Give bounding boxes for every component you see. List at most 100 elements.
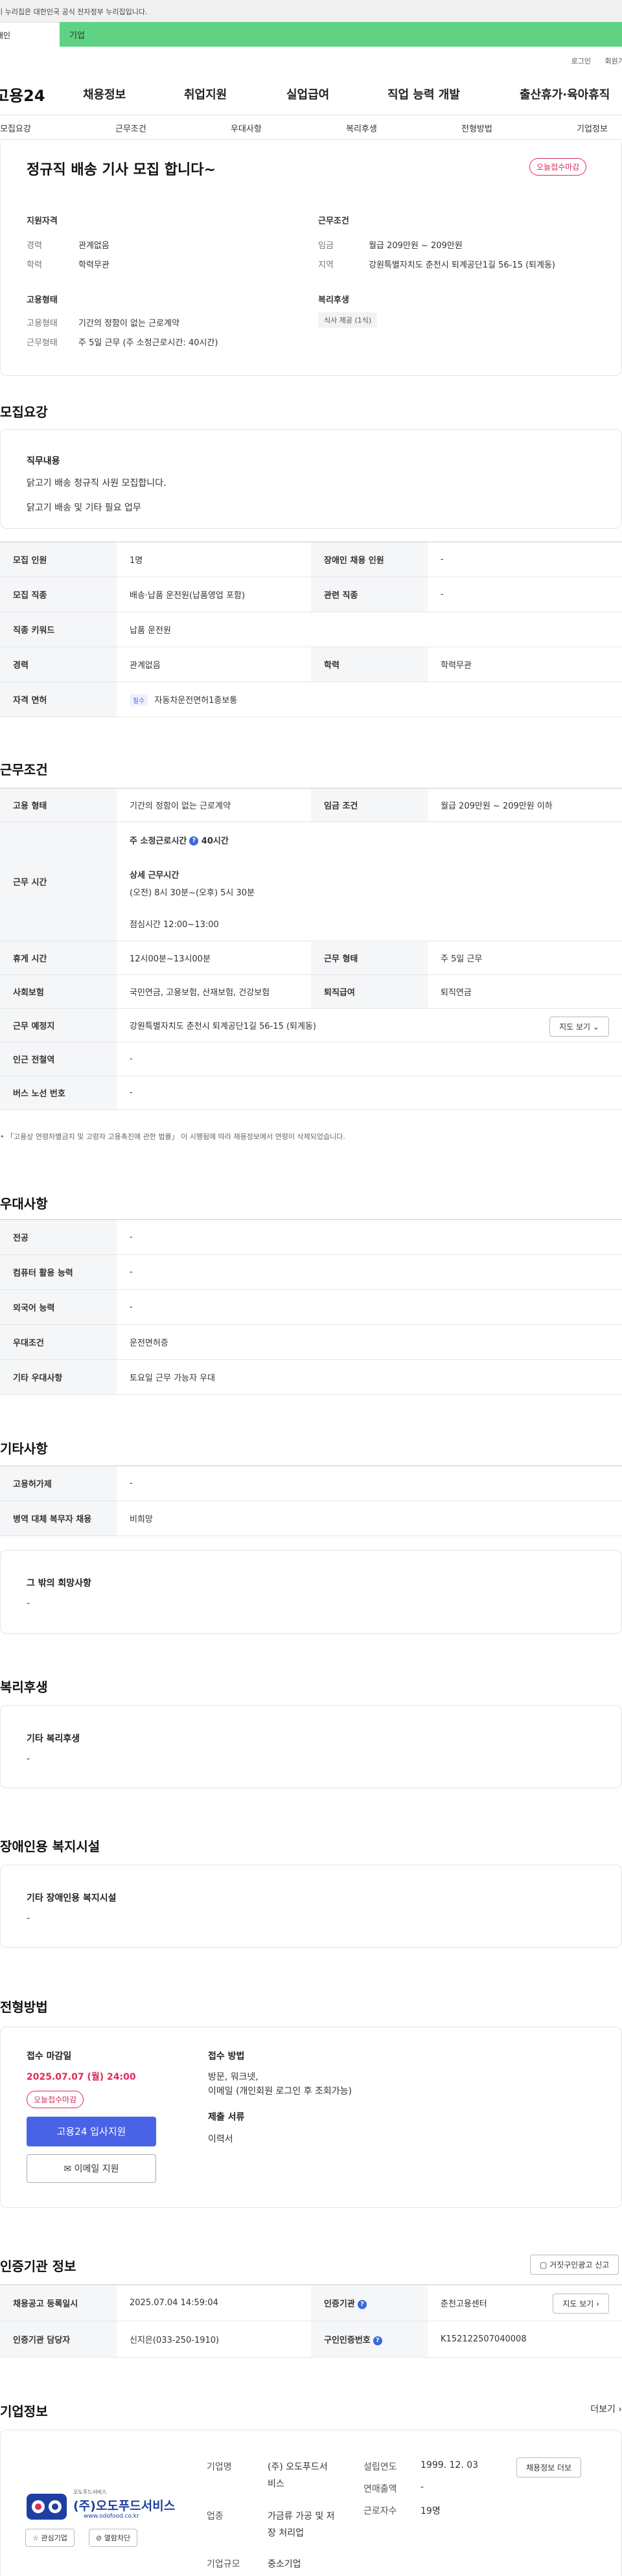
lang-value: - (117, 1289, 622, 1325)
company-name-value-2: 비스 (268, 2479, 284, 2489)
pc-key: 컴퓨터 활용 능력 (0, 1254, 117, 1290)
place-key: 근무 예정지 (0, 1008, 117, 1042)
wish-value: - (27, 1598, 30, 1609)
block-view-button[interactable]: ⊘ 열람차단 (89, 2529, 138, 2547)
pref-key: 우대조건 (0, 1324, 117, 1360)
subnav-company[interactable]: 기업정보 (577, 122, 608, 134)
util-links: 로그인 회원가입 (0, 47, 622, 67)
company-logo: 오도푸드서비스 (주)오도푸드서비스 www.odofood.co.kr (25, 2487, 175, 2526)
etc-section-title: 기타사항 (0, 1441, 48, 1456)
detail-hours: (오전) 8시 30분~(오후) 5시 30분 (130, 888, 255, 898)
company-size-value: 중소기업 (268, 2559, 301, 2570)
info-icon[interactable]: ? (189, 836, 199, 845)
docs-value: 이력서 (208, 2134, 233, 2145)
conditions-section-title: 근무조건 (0, 762, 48, 777)
license-key: 자격 면허 (0, 682, 117, 717)
disability-box-heading: 기타 장애인용 복지시설 (27, 1893, 117, 1903)
keyword-key: 직종 키워드 (0, 612, 117, 647)
rest-value: 12시00분~13시00분 (117, 941, 311, 975)
subnav-conditions[interactable]: 근무조건 (115, 122, 146, 134)
insurance-value: 국민연금, 고용보험, 산재보험, 건강보험 (117, 974, 311, 1009)
lang-key: 외국어 능력 (0, 1289, 117, 1325)
wage-value: 월급 209만원 ~ 209만원 이하 (428, 788, 622, 822)
table-row: 우대조건 운전면허증 (0, 1324, 622, 1360)
info-icon[interactable]: ? (373, 2336, 382, 2345)
gnb-item-leave[interactable]: 출산휴가·육아휴직 (520, 86, 610, 102)
table-row: 고용 형태 기간의 정함이 없는 근로계약 임금 조건 월급 209만원 ~ 2… (0, 788, 622, 822)
reg-value: 2025.07.04 14:59:04 (117, 2284, 311, 2321)
edu-key: 학력 (27, 260, 42, 270)
place-value: 강원특별자치도 춘천시 퇴계공단1길 56-15 (퇴계동) (130, 1022, 316, 1031)
recruit-table: 모집 인원 1명 장애인 채용 인원 - 모집 직종 배송·납품 운전원(납품영… (0, 542, 622, 717)
method-line-2: 이메일 (개인회원 로그인 후 조회가능) (208, 2086, 352, 2097)
count-value: 1명 (117, 542, 311, 577)
table-row: 병역 대체 복무자 채용 비희망 (0, 1501, 622, 1536)
subnav-process[interactable]: 전형방법 (461, 122, 492, 134)
license-value: 자동차운전면허1종보통 (154, 695, 238, 706)
table-row: 버스 노선 번호 - (0, 1075, 622, 1110)
gnb-item-unemployment[interactable]: 실업급여 (286, 86, 329, 102)
apply-button[interactable]: 고용24 입사지원 (27, 2117, 156, 2146)
email-apply-button[interactable]: ✉ 이메일 지원 (27, 2154, 156, 2183)
welfare-box-heading: 기타 복리후생 (27, 1734, 80, 1744)
table-row: 휴게 시간 12시00분~13시00분 근무 형태 주 5일 근무 (0, 941, 622, 975)
rest-key: 휴게 시간 (0, 941, 117, 975)
duty-heading: 직무내용 (27, 456, 60, 466)
chevron-down-icon: ⌄ (592, 1022, 599, 1031)
subnav-preference[interactable]: 우대사항 (231, 122, 262, 134)
employees-value: 19명 (420, 2506, 441, 2516)
cond-heading: 근무조건 (318, 216, 349, 226)
tab-person[interactable]: 개인 (0, 22, 60, 47)
wage-key: 임금 조건 (311, 788, 428, 822)
work-form-key: 근무형태 (27, 338, 58, 348)
method-line-1: 방문, 워크넷, (208, 2072, 259, 2082)
gnb-item-support[interactable]: 취업지원 (184, 86, 227, 102)
agency-map-button[interactable]: 지도 보기 › (553, 2294, 609, 2314)
founded-value: 1999. 12. 03 (420, 2460, 479, 2470)
star-icon: ☆ (32, 2534, 39, 2542)
subnav-recruit[interactable]: 모집요강 (0, 122, 31, 134)
table-row: 전공 - (0, 1219, 622, 1255)
table-row: 고용허가제 - (0, 1466, 622, 1501)
industry-key: 업종 (207, 2511, 224, 2522)
insurance-key: 사회보험 (0, 974, 117, 1009)
gnb-item-training[interactable]: 직업 능력 개발 (387, 86, 460, 102)
process-section-title: 전형방법 (0, 1999, 48, 2015)
logo-url-text: www.odofood.co.kr (84, 2513, 139, 2520)
tab-corp[interactable]: 기업 (60, 22, 622, 47)
bus-value: - (117, 1075, 622, 1110)
founded-key: 설립연도 (363, 2462, 397, 2472)
site-logo[interactable]: 고용24 (0, 83, 45, 106)
industry-value-2: 장 처리업 (268, 2528, 304, 2538)
chevron-right-icon: › (596, 2299, 599, 2308)
agency-section-title: 인증기관 정보 (0, 2259, 76, 2274)
map-button[interactable]: 지도 보기 ⌄ (549, 1017, 609, 1037)
work-form-key: 근무 형태 (311, 941, 428, 975)
manager-key: 인증기관 담당자 (0, 2321, 117, 2358)
favorite-company-button[interactable]: ☆ 관심기업 (25, 2529, 75, 2547)
foreign-value: - (117, 1466, 622, 1501)
edu-key: 학력 (311, 647, 428, 682)
company-more-link[interactable]: 더보기 › (590, 2402, 622, 2415)
table-row: 기타 우대사항 토요일 근무 가능자 우대 (0, 1359, 622, 1395)
login-link[interactable]: 로그인 (571, 57, 591, 65)
welfare-section-title: 복리후생 (0, 1679, 48, 1695)
wish-box: 그 밖의 희망사항 - (0, 1550, 622, 1634)
foreign-key: 고용허가제 (0, 1466, 117, 1501)
work-time-cell: 주 소정근로시간? 40시간 상세 근무시간 (오전) 8시 30분~(오후) … (117, 822, 622, 941)
military-key: 병역 대체 복무자 채용 (0, 1501, 117, 1536)
keyword-value: 납품 운전원 (117, 612, 622, 647)
info-icon[interactable]: ? (357, 2299, 367, 2309)
method-heading: 접수 방법 (208, 2051, 245, 2062)
job-summary-card: 정규직 배송 기사 모집 합니다~ 오늘접수마감 지원자격 경력 관계없음 학력… (0, 143, 622, 376)
table-row: 경력 관계없음 학력 학력무관 (0, 647, 622, 682)
report-fake-ad-button[interactable]: ▢ 거짓구인광고 신고 (530, 2255, 619, 2275)
subnav-welfare[interactable]: 복리후생 (346, 122, 377, 134)
gnb-item-jobs[interactable]: 채용정보 (83, 86, 126, 102)
detail-hours-head: 상세 근무시간 (130, 870, 179, 880)
signup-link[interactable]: 회원가입 (605, 57, 622, 65)
chevron-right-icon: › (618, 2404, 622, 2415)
company-jobs-button[interactable]: 채용정보 더보 (516, 2457, 582, 2478)
mail-icon: ✉ (63, 2164, 72, 2174)
cert-num-key: 구인인증번호? (311, 2321, 428, 2358)
